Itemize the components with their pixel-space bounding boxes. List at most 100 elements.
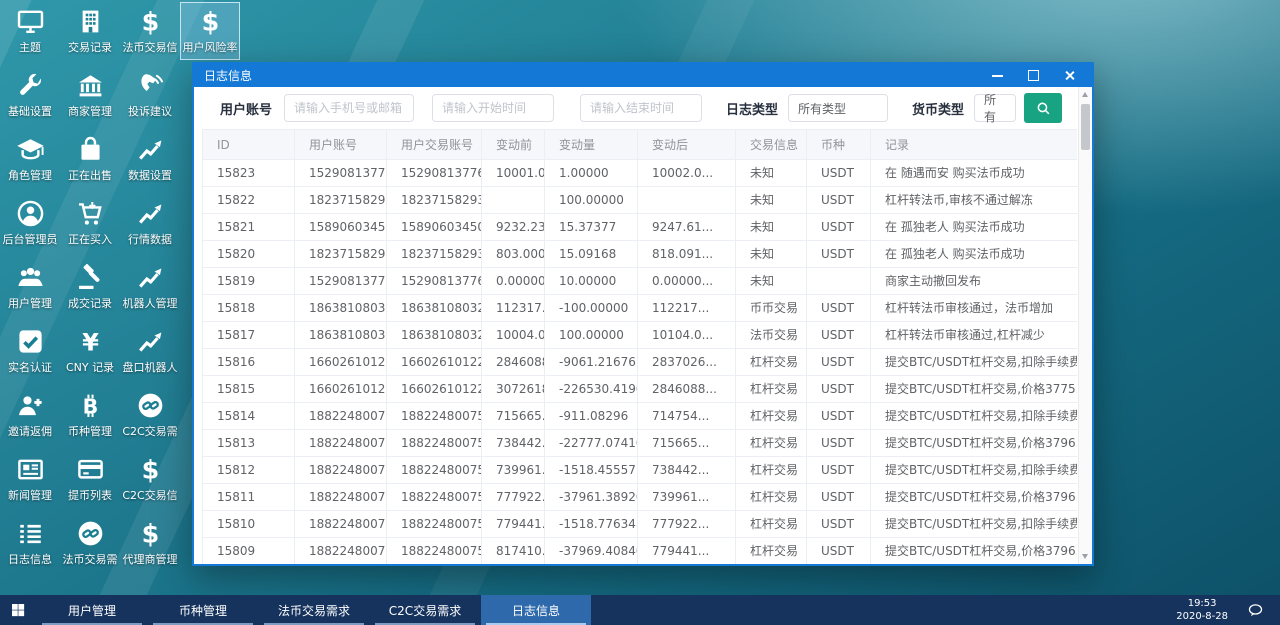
table-cell: 15823: [202, 159, 295, 187]
desktop-icon-graduation-cap-icon[interactable]: 角色管理: [0, 130, 60, 188]
table-row[interactable]: 1581516602610122166026101223072618...-22…: [202, 375, 1077, 403]
desktop-icon-user-plus-icon[interactable]: 邀请返佣: [0, 386, 60, 444]
table-cell: 18638108032: [294, 321, 387, 349]
table-row[interactable]: 158111882248007518822480075777922...-379…: [202, 483, 1077, 511]
table-cell: 779441...: [637, 537, 736, 564]
desktop-icon-dollar-icon[interactable]: $ 法币交易信: [120, 2, 180, 60]
taskbar-item-label: 日志信息: [511, 603, 560, 618]
chart-line-icon: [136, 199, 165, 228]
table-cell: 2846088...: [481, 348, 545, 376]
chart-line-icon: [136, 135, 165, 164]
table-cell: 15890603450: [386, 213, 482, 241]
scroll-thumb[interactable]: [1081, 104, 1090, 150]
taskbar-item[interactable]: 日志信息: [481, 595, 591, 625]
table-row[interactable]: 15823152908137761529081377610001.0...1.0…: [202, 159, 1077, 187]
table-cell: 15290813776: [294, 159, 387, 187]
table-cell: 16602610122: [386, 375, 482, 403]
table-cell: 18822480075: [294, 483, 387, 511]
desktop-icon-cart-icon[interactable]: 正在买入: [60, 194, 120, 252]
taskbar-clock[interactable]: 19:53 2020-8-28: [1176, 597, 1228, 623]
close-button[interactable]: [1058, 68, 1080, 84]
desktop-icon-list-icon[interactable]: 日志信息: [0, 514, 60, 572]
column-header: 记录: [870, 129, 1077, 160]
account-input[interactable]: [284, 94, 415, 122]
table-cell: 15817: [202, 321, 295, 349]
desktop-icon-wrench-icon[interactable]: 基础设置: [0, 66, 60, 124]
table-cell: 9247.61...: [637, 213, 736, 241]
table-cell: 10.00000: [544, 267, 638, 295]
desktop-icon-phone-icon[interactable]: 投诉建议: [120, 66, 180, 124]
desktop-icon-dollar-icon[interactable]: $ 代理商管理: [120, 514, 180, 572]
maximize-button[interactable]: [1022, 68, 1044, 84]
search-button[interactable]: [1024, 93, 1063, 123]
end-time-input[interactable]: [580, 94, 703, 122]
table-row[interactable]: 15817186381080321863810803210004.0...100…: [202, 321, 1077, 349]
chat-bubble-icon[interactable]: [1240, 602, 1270, 619]
desktop-icon-chart-line-icon[interactable]: 数据设置: [120, 130, 180, 188]
desktop-icon-admin-user-icon[interactable]: 后台管理员: [0, 194, 60, 252]
table-row[interactable]: 15822 18237158293 18237158293 100.00000 未知 US…: [202, 186, 1077, 214]
log-type-label: 日志类型: [726, 102, 779, 118]
table-row[interactable]: 158141882248007518822480075715665...-911…: [202, 402, 1077, 430]
desktop-icon-newspaper-icon[interactable]: 新闻管理: [0, 450, 60, 508]
table-row[interactable]: 158131882248007518822480075738442...-227…: [202, 429, 1077, 457]
table-cell: 提交BTC/USDT杠杆交易,扣除手续费: [870, 348, 1077, 376]
desktop-icon-label: 新闻管理: [8, 489, 52, 502]
desktop-icon-building-icon[interactable]: 交易记录: [60, 2, 120, 60]
table-cell: USDT: [806, 456, 871, 484]
table-row[interactable]: 158101882248007518822480075779441...-151…: [202, 510, 1077, 538]
table-row[interactable]: 158201823715829318237158293803.000...15.…: [202, 240, 1077, 268]
log-type-select[interactable]: 所有类型: [788, 94, 889, 122]
taskbar-item[interactable]: 币种管理: [148, 595, 258, 625]
desktop-icon-bank-icon[interactable]: 商家管理: [60, 66, 120, 124]
taskbar-item[interactable]: 用户管理: [37, 595, 147, 625]
desktop-icon-gavel-icon[interactable]: 成交记录: [60, 258, 120, 316]
scrollbar[interactable]: [1078, 87, 1092, 564]
start-button[interactable]: [0, 595, 36, 625]
desktop-icon-bitcoin-icon[interactable]: B 币种管理: [60, 386, 120, 444]
desktop-icon-dollar-icon[interactable]: $ 用户风险率: [180, 2, 240, 60]
column-header: 变动后: [637, 129, 736, 160]
taskbar-item[interactable]: 法币交易需求: [259, 595, 369, 625]
table-row[interactable]: 158091882248007518822480075817410...-379…: [202, 537, 1077, 564]
desktop-icon-link-circle-icon[interactable]: C2C交易需: [120, 386, 180, 444]
desktop-icon-shopping-bag-icon[interactable]: 正在出售: [60, 130, 120, 188]
table-row[interactable]: 158121882248007518822480075739961...-151…: [202, 456, 1077, 484]
close-icon: [1064, 70, 1075, 81]
desktop-icon-chart-line-icon[interactable]: 机器人管理: [120, 258, 180, 316]
table-row[interactable]: 1581616602610122166026101222846088...-90…: [202, 348, 1077, 376]
start-time-input[interactable]: [432, 94, 555, 122]
table-row[interactable]: 158181863810803218638108032112317...-100…: [202, 294, 1077, 322]
currency-type-select[interactable]: 所有: [974, 93, 1017, 124]
table-cell: 法币交易: [735, 321, 807, 349]
desktop-icon-link-circle-icon[interactable]: 法币交易需: [60, 514, 120, 572]
admin-user-icon: [16, 199, 45, 228]
minimize-button[interactable]: [986, 68, 1008, 84]
desktop-icon-dollar-icon[interactable]: $ C2C交易信: [120, 450, 180, 508]
desktop-icon-label: 后台管理员: [2, 233, 58, 246]
column-header: ID: [202, 129, 295, 160]
table-cell: 未知: [735, 213, 807, 241]
desktop-icon-yen-icon[interactable]: ¥ CNY 记录: [60, 322, 120, 380]
taskbar-item[interactable]: C2C交易需求: [370, 595, 480, 625]
table-row[interactable]: 1582115890603450158906034509232.23...15.…: [202, 213, 1077, 241]
table-cell: 15818: [202, 294, 295, 322]
desktop-icon-users-icon[interactable]: 用户管理: [0, 258, 60, 316]
table-row[interactable]: 1581915290813776152908137760.00000...10.…: [202, 267, 1077, 295]
desktop-icon-card-icon[interactable]: 提币列表: [60, 450, 120, 508]
desktop-icon-chart-line-icon[interactable]: 行情数据: [120, 194, 180, 252]
scroll-down-arrow-icon[interactable]: [1079, 550, 1092, 563]
desktop-icon-label: 法币交易信: [122, 41, 178, 54]
desktop-icon-chart-line-icon[interactable]: 盘口机器人: [120, 322, 180, 380]
desktop-icon-check-square-icon[interactable]: 实名认证: [0, 322, 60, 380]
desktop-icon-label: 币种管理: [68, 425, 112, 438]
column-header: 交易信息: [735, 129, 807, 160]
desktop-icon-monitor-icon[interactable]: 主题: [0, 2, 60, 60]
scroll-up-arrow-icon[interactable]: [1079, 88, 1092, 101]
desktop-icon-label: 盘口机器人: [122, 361, 178, 374]
table-cell: 币币交易: [735, 294, 807, 322]
desktop-icon-label: C2C交易信: [122, 489, 178, 502]
table-cell: USDT: [806, 213, 871, 241]
table-header-row: ID 用户账号 用户交易账号 变动前 变动量 变动后 交易信息 币种 记录: [202, 129, 1077, 160]
window-titlebar[interactable]: 日志信息: [194, 64, 1092, 87]
